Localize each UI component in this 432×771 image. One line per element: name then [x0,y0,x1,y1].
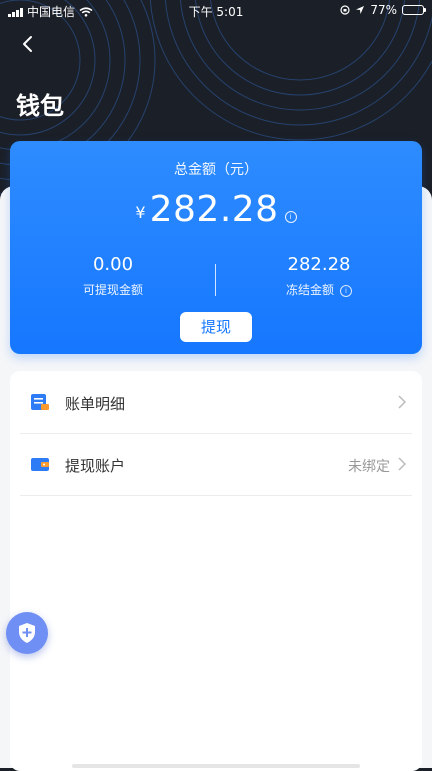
wallet-card: 总金额（元） ¥282.28 i 0.00 可提现金额 282.28 冻结金额 i … [10,141,422,354]
orientation-lock-icon [340,5,350,15]
shield-plus-icon [19,623,35,643]
withdrawable-stat: 0.00 可提现金额 [10,254,216,298]
menu-item-label: 账单明细 [65,395,126,413]
frozen-label: 冻结金额 [285,283,334,297]
menu-item-bill-details[interactable]: 账单明细 [20,371,412,434]
battery-icon [402,5,426,15]
back-button[interactable] [14,30,42,58]
withdrawable-value: 0.00 [92,254,134,275]
chevron-left-icon [23,36,32,52]
bill-icon [31,394,49,410]
frozen-stat: 282.28 冻结金额 i [216,254,422,298]
menu-item-label: 提现账户 [65,457,126,475]
menu-item-withdraw-account[interactable]: 提现账户 未绑定 [20,433,412,496]
currency-symbol: ¥ [135,203,146,222]
withdraw-button[interactable]: 提现 [180,312,252,342]
status-right: 77% [340,3,426,17]
frozen-label-row: 冻结金额 i [216,281,422,298]
status-bar: 中国电信 下午 5:01 77% [0,0,432,22]
wallet-icon [31,458,49,471]
total-value: 282.28 [149,189,279,230]
location-icon [356,6,365,14]
security-shield-button[interactable] [6,612,48,654]
frozen-value: 282.28 [287,254,351,275]
home-indicator [72,764,360,768]
menu-card: 账单明细 提现账户 未绑定 [10,371,422,771]
chevron-right-icon [398,395,406,409]
info-icon[interactable]: i [284,210,297,223]
total-title: 总金额（元） [174,162,258,178]
menu-item-value: 未绑定 [348,459,390,475]
withdrawable-label: 可提现金额 [82,283,143,297]
frozen-info-icon[interactable]: i [340,284,352,297]
chevron-right-icon [398,457,406,471]
total-amount: ¥282.28 i [10,189,422,230]
page-title: 钱包 [16,92,64,120]
battery-percent: 77% [370,3,397,17]
